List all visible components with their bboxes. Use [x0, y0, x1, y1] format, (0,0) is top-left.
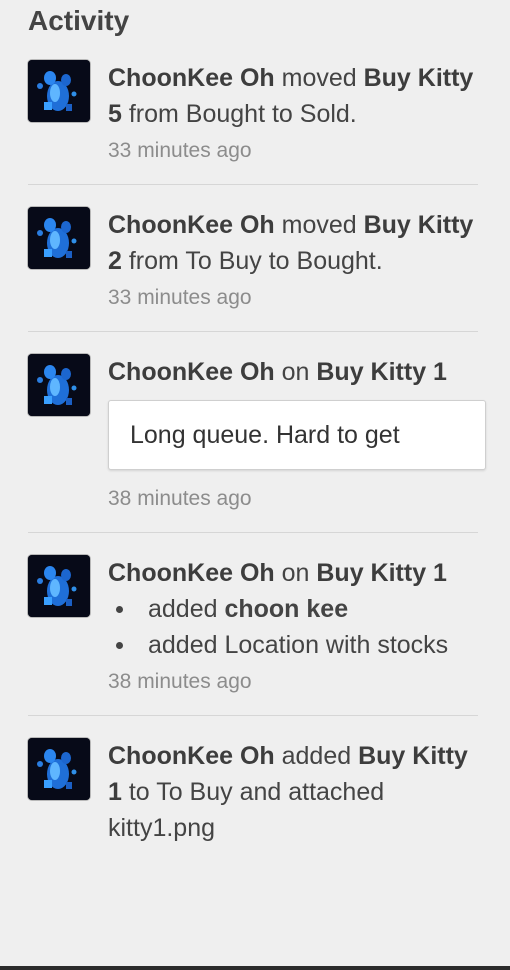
- avatar[interactable]: [28, 207, 90, 269]
- avatar[interactable]: [28, 555, 90, 617]
- activity-user[interactable]: ChoonKee Oh: [108, 742, 275, 770]
- activity-verb: moved: [274, 64, 364, 92]
- change-text: added Location with stocks: [148, 631, 449, 659]
- activity-text: ChoonKee Oh added Buy Kitty 1 to To Buy …: [108, 738, 478, 846]
- activity-text: ChoonKee Oh moved Buy Kitty 5 from Bough…: [108, 60, 478, 132]
- activity-item: ChoonKee Oh on Buy Kitty 1 Long queue. H…: [28, 352, 486, 533]
- change-value: choon kee: [224, 595, 349, 623]
- activity-detail: to To Buy and attached kitty1.png: [108, 778, 385, 842]
- blue-creature-avatar-icon: [28, 207, 90, 269]
- activity-user[interactable]: ChoonKee Oh: [108, 64, 275, 92]
- panel-title: Activity: [28, 5, 130, 36]
- activity-item: ChoonKee Oh moved Buy Kitty 5 from Bough…: [28, 58, 478, 185]
- activity-detail: from To Buy to Bought.: [121, 247, 383, 275]
- activity-text: ChoonKee Oh moved Buy Kitty 2 from To Bu…: [108, 207, 478, 279]
- blue-creature-avatar-icon: [28, 354, 90, 416]
- activity-verb: on: [274, 358, 317, 386]
- activity-item: ChoonKee Oh added Buy Kitty 1 to To Buy …: [28, 736, 478, 864]
- comment-box: Long queue. Hard to get: [108, 400, 486, 470]
- change-text: added: [148, 595, 225, 623]
- bottom-edge-divider: [0, 966, 510, 970]
- change-list: added choon kee added Location with stoc…: [108, 591, 478, 663]
- activity-verb: on: [274, 559, 317, 587]
- bullet-icon: [116, 642, 123, 649]
- avatar[interactable]: [28, 60, 90, 122]
- activity-user[interactable]: ChoonKee Oh: [108, 358, 275, 386]
- activity-list: ChoonKee Oh moved Buy Kitty 5 from Bough…: [28, 58, 486, 884]
- avatar[interactable]: [28, 354, 90, 416]
- activity-timestamp[interactable]: 33 minutes ago: [108, 283, 478, 313]
- activity-text: ChoonKee Oh on Buy Kitty 1: [108, 354, 478, 390]
- change-item: added Location with stocks: [108, 627, 478, 663]
- activity-verb: added: [274, 742, 359, 770]
- activity-timestamp[interactable]: 38 minutes ago: [108, 667, 478, 697]
- change-item: added choon kee: [108, 591, 478, 627]
- activity-card[interactable]: Buy Kitty 1: [316, 358, 447, 386]
- activity-panel: Activity ChoonKee Oh moved Buy Kitty 5 f…: [0, 0, 510, 970]
- bullet-icon: [116, 606, 123, 613]
- activity-item: ChoonKee Oh on Buy Kitty 1 added choon k…: [28, 553, 478, 716]
- activity-card[interactable]: Buy Kitty 1: [316, 559, 447, 587]
- activity-verb: moved: [274, 211, 364, 239]
- blue-creature-avatar-icon: [28, 60, 90, 122]
- activity-user[interactable]: ChoonKee Oh: [108, 211, 275, 239]
- activity-text: ChoonKee Oh on Buy Kitty 1: [108, 555, 478, 591]
- activity-timestamp[interactable]: 33 minutes ago: [108, 136, 478, 166]
- blue-creature-avatar-icon: [28, 738, 90, 800]
- avatar[interactable]: [28, 738, 90, 800]
- activity-detail: from Bought to Sold.: [121, 100, 357, 128]
- activity-user[interactable]: ChoonKee Oh: [108, 559, 275, 587]
- activity-timestamp[interactable]: 38 minutes ago: [108, 484, 478, 514]
- activity-item: ChoonKee Oh moved Buy Kitty 2 from To Bu…: [28, 205, 478, 332]
- blue-creature-avatar-icon: [28, 555, 90, 617]
